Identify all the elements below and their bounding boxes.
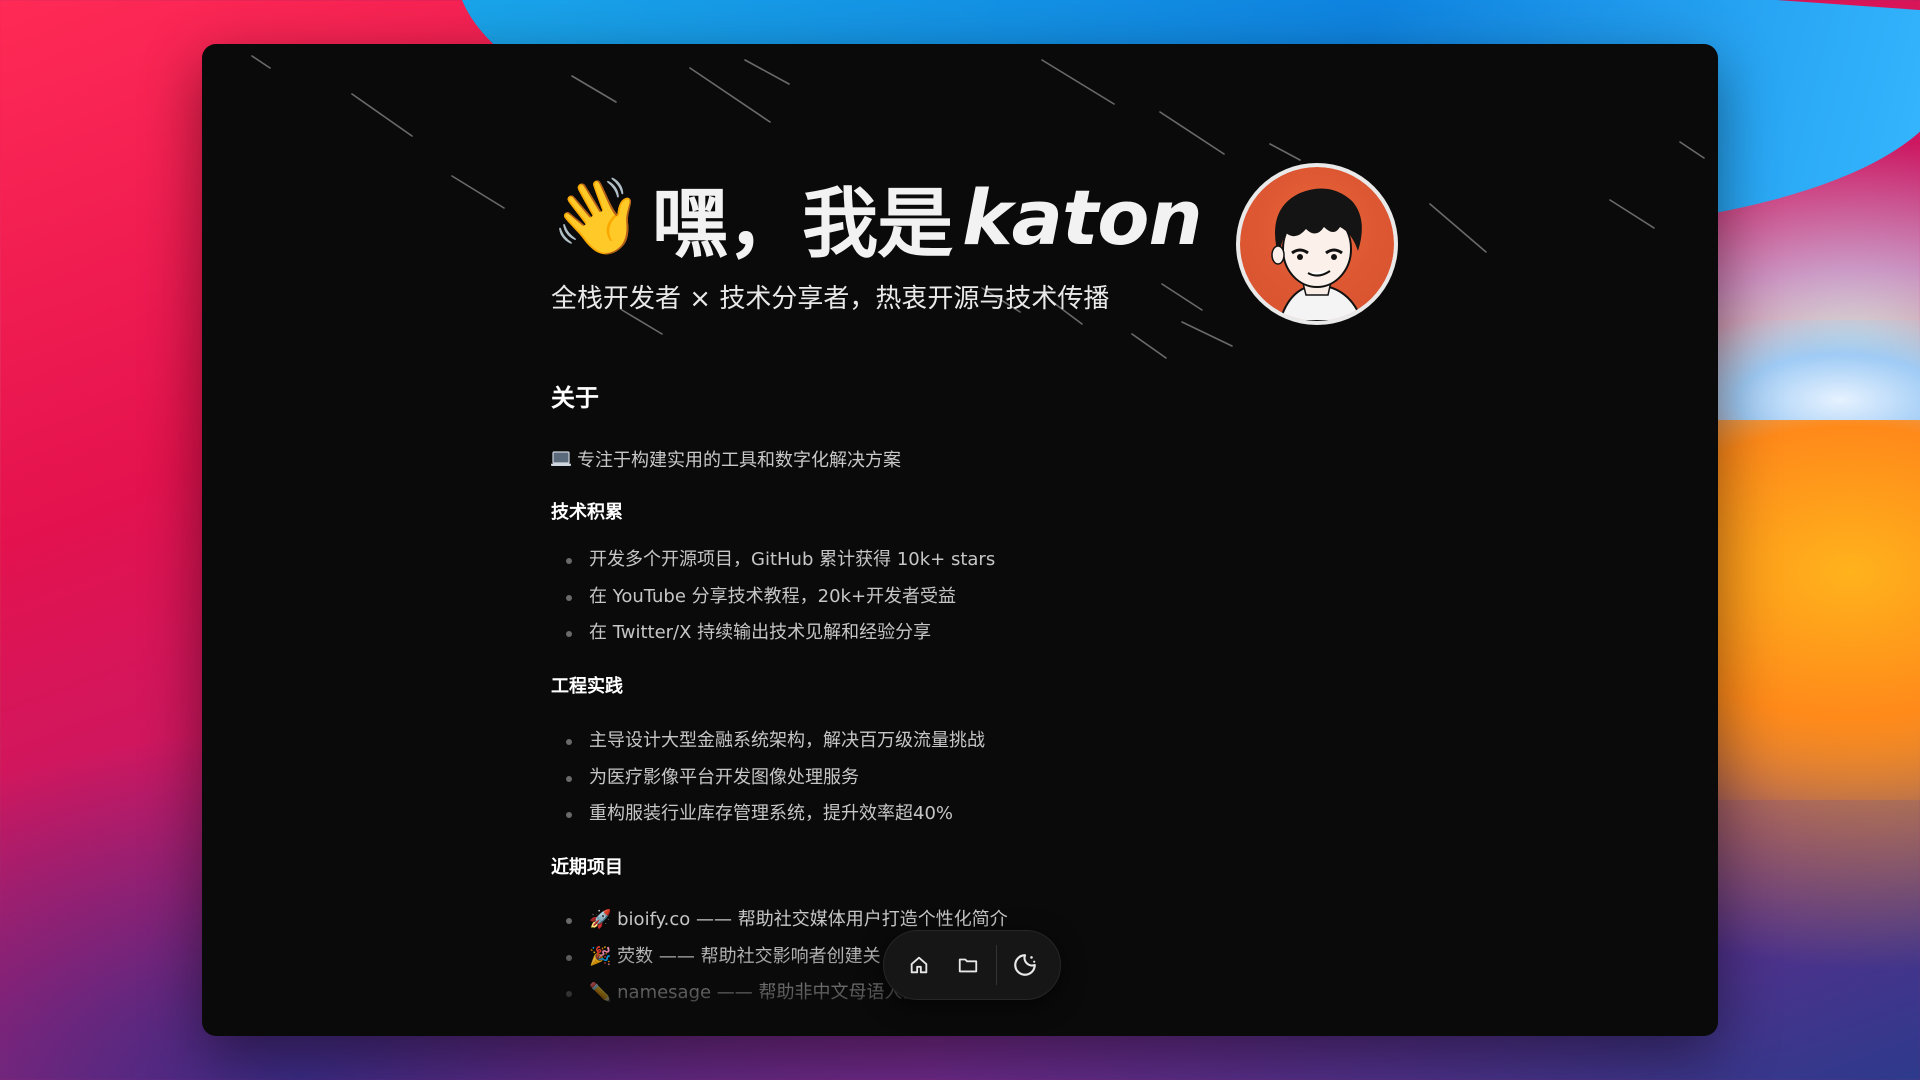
avatar [1236,163,1398,325]
dock-divider [996,945,997,985]
avatar-illustration [1240,167,1394,321]
browser-window: 👋 嘿，我是 katon 全栈开发者 × 技术分享者，热衷开源与技术传播 关于 … [202,44,1718,1036]
hero: 👋 嘿，我是 katon 全栈开发者 × 技术分享者，热衷开源与技术传播 [551,162,1203,315]
hero-greeting: 嘿，我是 [652,179,953,268]
theme-toggle-icon [1014,954,1037,976]
projects-button[interactable] [943,938,992,992]
list-item: 为医疗影像平台开发图像处理服务 [551,760,985,797]
list-item: 重构服装行业库存管理系统，提升效率超40% [551,796,985,833]
list-item: 在 Twitter/X 持续输出技术见解和经验分享 [551,615,995,652]
list-tech-accumulation: 开发多个开源项目，GitHub 累计获得 10k+ stars 在 YouTub… [551,542,995,652]
about-intro: 专注于构建实用的工具和数字化解决方案 [551,446,901,472]
hero-title: 👋 嘿，我是 katon [551,162,1203,272]
list-item: 主导设计大型金融系统架构，解决百万级流量挑战 [551,723,985,760]
heading-tech-accumulation: 技术积累 [551,502,623,523]
heading-engineering-practice: 工程实践 [551,676,623,697]
heading-recent-projects: 近期项目 [551,857,623,878]
hero-subtitle: 全栈开发者 × 技术分享者，热衷开源与技术传播 [551,284,1110,314]
list-engineering-practice: 主导设计大型金融系统架构，解决百万级流量挑战 为医疗影像平台开发图像处理服务 重… [551,723,985,833]
folder-icon [958,958,977,973]
list-item: 在 YouTube 分享技术教程，20k+开发者受益 [551,579,995,616]
waving-hand-icon: 👋 [551,174,643,260]
list-item: 开发多个开源项目，GitHub 累计获得 10k+ stars [551,542,995,579]
bottom-dock [883,930,1061,1000]
section-title-about: 关于 [551,384,599,412]
theme-toggle-button[interactable] [1001,938,1050,992]
hero-name: katon [962,172,1202,262]
about-intro-text: 专注于构建实用的工具和数字化解决方案 [577,450,901,471]
laptop-icon [551,451,571,466]
home-icon [910,956,927,974]
home-button[interactable] [894,938,943,992]
